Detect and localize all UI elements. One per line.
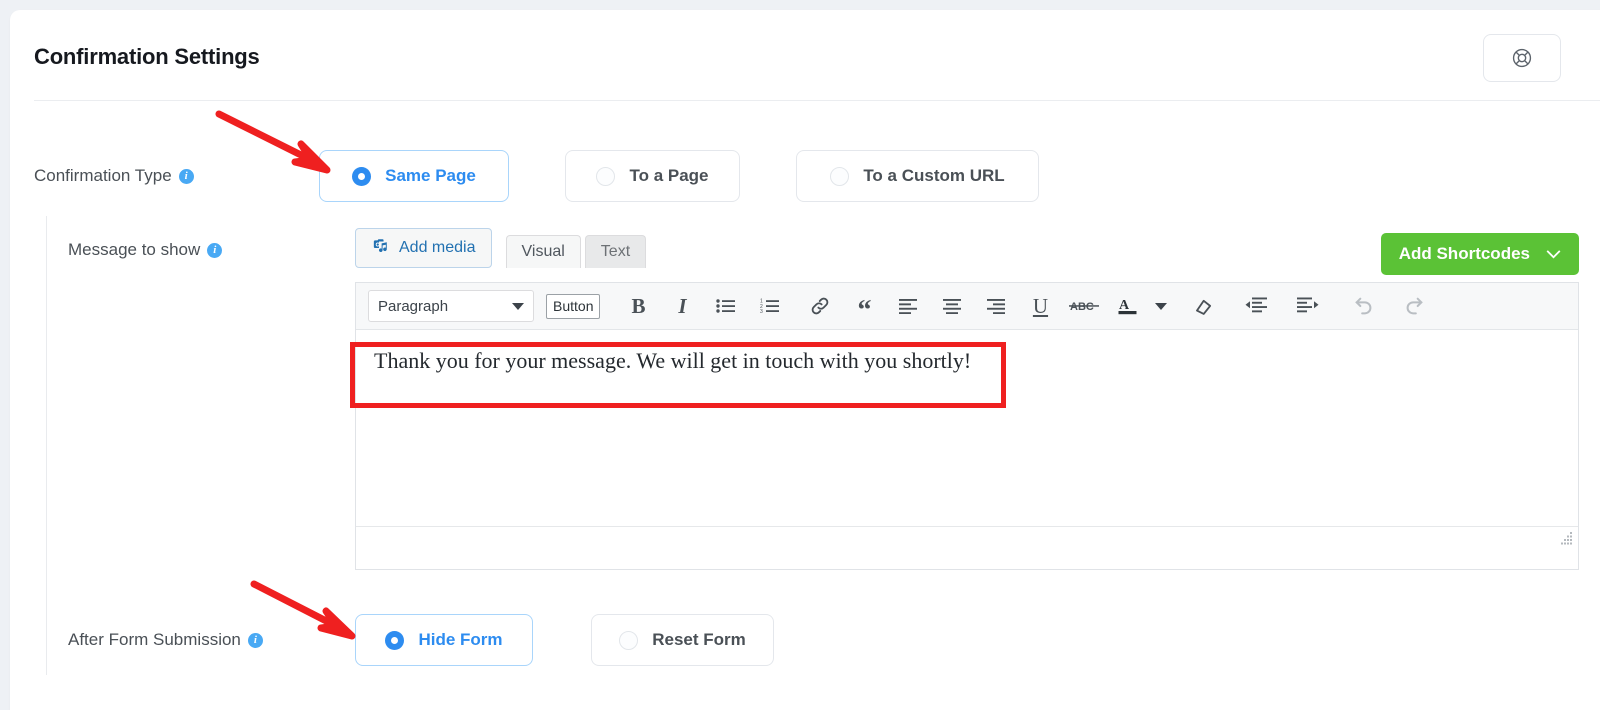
numbered-list-icon[interactable]: 1 2 3	[748, 286, 792, 326]
undo-icon[interactable]	[1342, 286, 1386, 326]
radio-dot-icon	[352, 166, 372, 186]
tab-text-label: Text	[600, 243, 631, 260]
radio-dot-icon	[619, 630, 639, 650]
confirmation-type-row: Confirmation Type i Same Page To a Page …	[34, 150, 1039, 202]
info-icon[interactable]: i	[247, 632, 263, 648]
page-title: Confirmation Settings	[34, 44, 260, 69]
button-shortcode-tool[interactable]: Button	[546, 293, 601, 319]
button-tool-label: Button	[553, 298, 594, 314]
after-form-submission-label: After Form Submission i	[68, 614, 355, 666]
card-header: Confirmation Settings	[10, 10, 1600, 101]
info-icon[interactable]: i	[178, 168, 194, 184]
format-select[interactable]: Paragraph	[368, 290, 534, 322]
underline-icon[interactable]: U	[1018, 286, 1062, 326]
align-left-icon[interactable]	[886, 286, 930, 326]
resize-handle-icon[interactable]	[1560, 532, 1574, 545]
radio-to-a-page[interactable]: To a Page	[565, 150, 740, 202]
svg-text:3: 3	[760, 309, 763, 314]
radio-hide-form-label: Hide Form	[418, 630, 503, 649]
header-divider	[34, 100, 1600, 101]
chevron-down-icon	[512, 302, 524, 310]
link-icon[interactable]	[798, 286, 842, 326]
add-shortcodes-button[interactable]: Add Shortcodes	[1380, 233, 1579, 275]
editor-statusbar	[356, 526, 1578, 548]
bold-icon[interactable]: B	[616, 286, 660, 326]
after-form-submission-row: After Form Submission i Hide Form Reset …	[68, 614, 774, 666]
confirmation-type-label: Confirmation Type i	[34, 150, 319, 202]
tab-visual-label: Visual	[521, 243, 565, 260]
format-select-value: Paragraph	[378, 297, 449, 315]
radio-to-a-page-label: To a Page	[629, 166, 709, 185]
tab-visual[interactable]: Visual	[505, 235, 581, 268]
lifebuoy-icon	[1511, 47, 1533, 69]
message-to-show-label-text: Message to show	[68, 240, 201, 259]
svg-text:A: A	[1119, 298, 1130, 313]
bulleted-list-icon[interactable]	[704, 286, 748, 326]
redo-icon[interactable]	[1392, 286, 1436, 326]
clear-formatting-icon[interactable]	[1182, 286, 1226, 326]
editor-toolbar: Paragraph Button B I 1 2 3 “ U ABC A	[356, 283, 1578, 330]
radio-reset-form-label: Reset Form	[652, 630, 746, 649]
radio-same-page[interactable]: Same Page	[319, 150, 509, 202]
tab-text[interactable]: Text	[584, 235, 647, 268]
confirmation-type-label-text: Confirmation Type	[34, 166, 172, 185]
editor-tabs-bar: Add media Visual Text	[355, 228, 647, 268]
help-button[interactable]	[1483, 34, 1561, 82]
color-dropdown-caret-icon[interactable]	[1150, 286, 1172, 326]
confirmation-settings-card: Confirmation Settings Confirmation Type …	[10, 10, 1600, 710]
strikethrough-icon[interactable]: ABC	[1062, 286, 1106, 326]
add-media-button[interactable]: Add media	[355, 228, 492, 268]
align-right-icon[interactable]	[974, 286, 1018, 326]
editor-content-area[interactable]: Thank you for your message. We will get …	[356, 330, 1578, 548]
message-to-show-label: Message to show i	[68, 240, 223, 260]
radio-hide-form[interactable]: Hide Form	[355, 614, 533, 666]
editor-paragraph[interactable]: Thank you for your message. We will get …	[374, 346, 1560, 376]
section-left-divider	[46, 216, 47, 675]
indent-icon[interactable]	[1286, 286, 1330, 326]
radio-same-page-label: Same Page	[385, 166, 476, 185]
svg-text:ABC: ABC	[1070, 301, 1094, 313]
text-color-icon[interactable]: A	[1106, 286, 1150, 326]
radio-to-a-custom-url[interactable]: To a Custom URL	[796, 150, 1039, 202]
align-center-icon[interactable]	[930, 286, 974, 326]
wp-editor: Paragraph Button B I 1 2 3 “ U ABC A Tha…	[355, 282, 1579, 570]
chevron-down-icon	[1546, 244, 1561, 264]
radio-dot-icon	[596, 166, 616, 186]
radio-dot-icon	[830, 166, 850, 186]
italic-icon[interactable]: I	[660, 286, 704, 326]
radio-to-a-custom-url-label: To a Custom URL	[863, 166, 1005, 185]
message-to-show-row: Message to show i	[68, 240, 223, 260]
radio-reset-form[interactable]: Reset Form	[591, 614, 774, 666]
info-icon[interactable]: i	[207, 242, 223, 258]
blockquote-icon[interactable]: “	[842, 286, 886, 326]
media-icon	[371, 236, 390, 260]
add-media-label: Add media	[399, 239, 476, 256]
radio-dot-icon	[385, 630, 405, 650]
add-shortcodes-label: Add Shortcodes	[1398, 244, 1530, 263]
after-form-submission-label-text: After Form Submission	[68, 630, 241, 649]
outdent-icon[interactable]	[1234, 286, 1278, 326]
